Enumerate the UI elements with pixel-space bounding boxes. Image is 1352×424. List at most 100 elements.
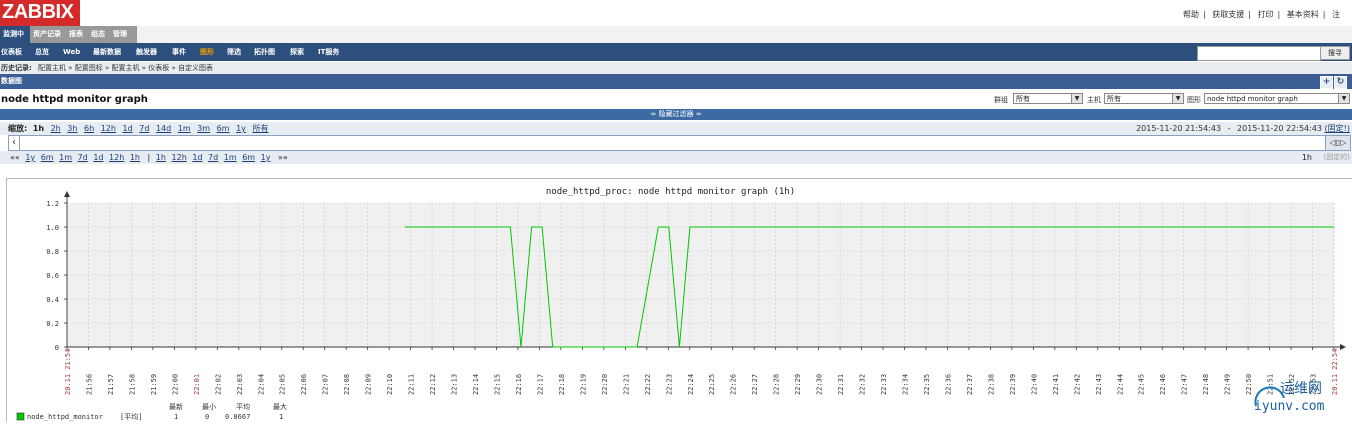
y-tick-label: 0.2 [46, 320, 59, 328]
x-tick-label: 21:59 [150, 374, 158, 395]
menu-it-services[interactable]: IT服务 [318, 43, 339, 61]
period-fwd-12h[interactable]: 12h [172, 153, 187, 162]
x-tick-label: 22:02 [214, 374, 222, 395]
scroll-left-arrow-icon[interactable]: ‹ [9, 136, 20, 150]
menu-dashboard[interactable]: 仪表板 [1, 43, 22, 61]
zoom-label: 缩放: [8, 124, 28, 133]
x-tick-label: 22:16 [515, 374, 523, 395]
help-link[interactable]: 帮助 [1183, 10, 1199, 19]
y-axis-arrow [64, 191, 70, 197]
zoom-1y[interactable]: 1y [236, 124, 246, 133]
x-tick-label: 22:45 [1138, 374, 1146, 395]
graph-select[interactable]: node httpd monitor graph ▼ [1204, 93, 1350, 104]
history-bar: 历史记录: 配置主机 » 配置图标 » 配置主机 » 仪表板 » 自定义图表 [0, 62, 1352, 74]
period-fwd-1h[interactable]: 1h [156, 153, 166, 162]
period-fwd-7d[interactable]: 7d [208, 153, 218, 162]
x-tick-label: 21:58 [128, 374, 136, 395]
zoom-all[interactable]: 所有 [252, 124, 268, 133]
zoom-6h[interactable]: 6h [84, 124, 94, 133]
period-fwd-1y[interactable]: 1y [261, 153, 271, 162]
x-tick-label: 22:00 [171, 374, 179, 395]
x-tick-label: 22:27 [751, 374, 759, 395]
legend-header: 最新 [169, 402, 183, 411]
history-item[interactable]: 配置主机 [112, 64, 140, 72]
zoom-1d[interactable]: 1d [123, 124, 133, 133]
x-tick-label: 22:07 [322, 374, 330, 395]
period-back-1m[interactable]: 1m [59, 153, 72, 162]
profile-link[interactable]: 基本资料 [1287, 10, 1319, 19]
period-back-1d[interactable]: 1d [93, 153, 103, 162]
x-tick-label: 22:20 [601, 374, 609, 395]
menu-overview[interactable]: 总览 [35, 43, 49, 61]
period-back-6m[interactable]: 6m [41, 153, 54, 162]
period-back-1y[interactable]: 1y [25, 153, 35, 162]
support-link[interactable]: 获取支援 [1212, 10, 1244, 19]
zoom-1m[interactable]: 1m [178, 124, 191, 133]
zoom-12h[interactable]: 12h [101, 124, 116, 133]
fixed-toggle[interactable]: (固定!) [1325, 124, 1350, 133]
group-select[interactable]: 所有 ▼ [1013, 93, 1083, 104]
top-navigation: 监测中 资产记录 报表 组态 管理 [0, 26, 1352, 44]
history-item[interactable]: 配置图标 [75, 64, 103, 72]
filter-toggle[interactable]: ≈ 隐藏过滤器 ≈ [0, 109, 1352, 120]
menu-discovery[interactable]: 探索 [290, 43, 304, 61]
menu-triggers[interactable]: 触发器 [136, 43, 157, 61]
legend-swatch [16, 412, 25, 421]
tab-monitoring[interactable]: 监测中 [0, 26, 32, 43]
period-current: 1h [1301, 153, 1312, 162]
refresh-icon[interactable]: ↻ [1334, 76, 1347, 89]
search-input[interactable] [1197, 46, 1321, 61]
zoom-14d[interactable]: 14d [156, 124, 171, 133]
history-item[interactable]: 自定义图表 [178, 64, 213, 72]
legend-value: 1 [174, 413, 178, 421]
history-item[interactable]: 配置主机 [38, 64, 66, 72]
menu-maps[interactable]: 拓扑图 [254, 43, 275, 61]
x-tick-label: 22:49 [1224, 374, 1232, 395]
zoom-6m[interactable]: 6m [217, 124, 230, 133]
zoom-2h[interactable]: 2h [51, 124, 61, 133]
print-link[interactable]: 打印 [1258, 10, 1274, 19]
tab-inventory[interactable]: 资产记录 [30, 26, 70, 43]
watermark-url: iyunv.com [1254, 399, 1325, 414]
zoom-3m[interactable]: 3m [197, 124, 210, 133]
x-tick-label: 22:17 [536, 374, 544, 395]
host-select[interactable]: 所有 ▼ [1104, 93, 1184, 104]
period-fwd-1d[interactable]: 1d [192, 153, 202, 162]
period-scrollbar[interactable]: ‹ ◁▯▷ [8, 135, 1351, 151]
menu-graphs[interactable]: 图形 [200, 43, 214, 61]
y-tick-label: 1.2 [46, 200, 59, 208]
search-button[interactable]: 搜寻 [1320, 46, 1350, 60]
scroll-handle[interactable]: ◁▯▷ [1325, 136, 1350, 150]
period-forward-icon[interactable]: »» [278, 153, 288, 162]
x-tick-label: 22:26 [730, 374, 738, 395]
x-tick-label: 22:47 [1181, 374, 1189, 395]
history-item[interactable]: 仪表板 [148, 64, 169, 72]
zabbix-logo[interactable]: ZABBIX [0, 0, 80, 27]
period-back-icon[interactable]: «« [10, 153, 20, 162]
period-back-1h[interactable]: 1h [130, 153, 140, 162]
menu-events[interactable]: 事件 [172, 43, 186, 61]
menu-screens[interactable]: 筛选 [227, 43, 241, 61]
logout-link[interactable]: 注 [1332, 10, 1340, 19]
x-tick-label: 22:28 [773, 374, 781, 395]
zoom-1h[interactable]: 1h [33, 124, 44, 133]
period-fwd-1m[interactable]: 1m [224, 153, 237, 162]
add-favourite-icon[interactable]: + [1320, 76, 1333, 89]
x-tick-label: 22:37 [966, 374, 974, 395]
menu-web[interactable]: Web [63, 43, 80, 61]
history-label: 历史记录: [1, 64, 32, 72]
x-tick-label: 22:13 [451, 374, 459, 395]
x-tick-label: 22:29 [794, 374, 802, 395]
graph-svg[interactable]: node_httpd_proc: node httpd monitor grap… [7, 179, 1352, 422]
zoom-7d[interactable]: 7d [139, 124, 149, 133]
y-tick-label: 1.0 [46, 224, 59, 232]
watermark-text: 运维网 [1280, 381, 1322, 397]
period-back-7d[interactable]: 7d [78, 153, 88, 162]
menu-latest-data[interactable]: 最新数据 [93, 43, 121, 61]
period-fixed[interactable]: (固定的) [1324, 151, 1350, 164]
x-tick-label: 22:23 [665, 374, 673, 395]
period-back-12h[interactable]: 12h [109, 153, 124, 162]
tab-administration[interactable]: 管理 [110, 26, 137, 43]
period-fwd-6m[interactable]: 6m [242, 153, 255, 162]
zoom-3h[interactable]: 3h [67, 124, 77, 133]
